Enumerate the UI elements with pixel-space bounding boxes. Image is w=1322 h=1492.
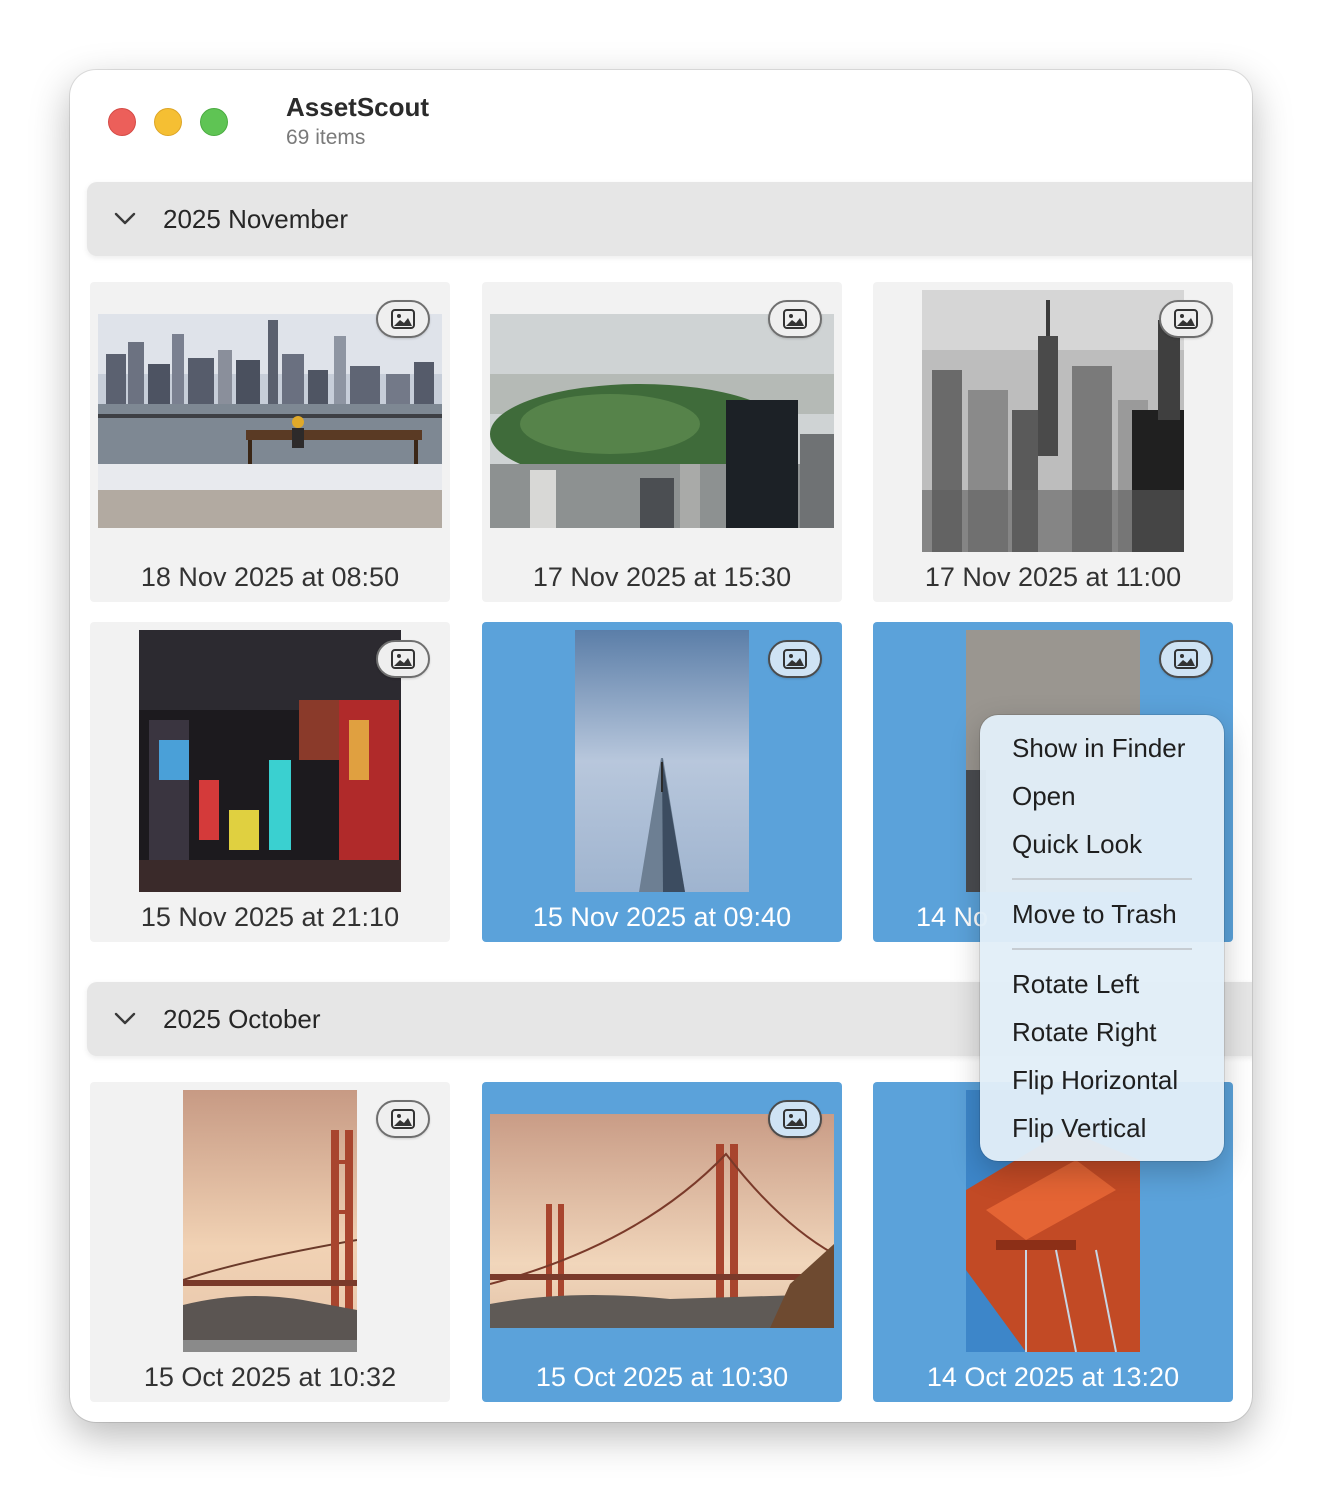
image-icon	[391, 649, 415, 669]
photo-thumbnail	[139, 630, 401, 892]
image-icon	[783, 309, 807, 329]
section-header-november[interactable]: 2025 November	[87, 182, 1252, 256]
photo-thumbnail	[575, 630, 749, 892]
minimize-window-button[interactable]	[154, 108, 182, 136]
photo-caption: 17 Nov 2025 at 15:30	[532, 562, 792, 592]
section-label: 2025 October	[163, 1004, 321, 1034]
menu-item-open[interactable]: Open	[1012, 781, 1076, 812]
photo-card[interactable]: 18 Nov 2025 at 08:50	[90, 282, 450, 602]
chevron-down-icon	[114, 1012, 136, 1025]
chevron-down-icon	[114, 212, 136, 225]
image-type-badge	[1159, 300, 1213, 338]
close-window-button[interactable]	[108, 108, 136, 136]
image-type-badge	[376, 640, 430, 678]
image-type-badge	[768, 1100, 822, 1138]
photo-caption: 15 Nov 2025 at 21:10	[140, 902, 400, 932]
photo-caption: 18 Nov 2025 at 08:50	[140, 562, 400, 592]
image-type-badge	[376, 1100, 430, 1138]
zoom-window-button[interactable]	[200, 108, 228, 136]
menu-separator	[1012, 948, 1192, 950]
photo-caption: 14 Oct 2025 at 13:20	[926, 1362, 1180, 1392]
photo-thumbnail	[922, 290, 1184, 552]
image-type-badge	[768, 640, 822, 678]
image-type-badge	[768, 300, 822, 338]
photo-caption: 15 Oct 2025 at 10:32	[143, 1362, 397, 1392]
photo-thumbnail	[98, 314, 442, 528]
image-type-badge	[1159, 640, 1213, 678]
menu-item-rotate-left[interactable]: Rotate Left	[1012, 969, 1139, 1000]
photo-card[interactable]: 15 Nov 2025 at 21:10	[90, 622, 450, 942]
photo-card[interactable]: 17 Nov 2025 at 15:30	[482, 282, 842, 602]
menu-item-rotate-right[interactable]: Rotate Right	[1012, 1017, 1157, 1048]
image-icon	[783, 649, 807, 669]
menu-item-quick-look[interactable]: Quick Look	[1012, 829, 1142, 860]
app-window: AssetScout 69 items 2025 November 18 Nov…	[70, 70, 1252, 1422]
context-menu: Show in Finder Open Quick Look Move to T…	[980, 715, 1224, 1161]
image-icon	[391, 309, 415, 329]
menu-item-flip-vertical[interactable]: Flip Vertical	[1012, 1113, 1146, 1144]
photo-thumbnail	[183, 1090, 357, 1352]
menu-item-flip-horizontal[interactable]: Flip Horizontal	[1012, 1065, 1178, 1096]
photo-card-selected[interactable]: 15 Nov 2025 at 09:40	[482, 622, 842, 942]
app-title: AssetScout	[286, 92, 430, 122]
item-count: 69 items	[286, 126, 366, 149]
photo-thumbnail	[490, 1114, 834, 1328]
photo-caption: 15 Oct 2025 at 10:30	[535, 1362, 789, 1392]
image-icon	[1174, 309, 1198, 329]
photo-card[interactable]: 15 Oct 2025 at 10:32	[90, 1082, 450, 1402]
menu-separator	[1012, 878, 1192, 880]
image-icon	[783, 1109, 807, 1129]
menu-item-move-to-trash[interactable]: Move to Trash	[1012, 899, 1177, 930]
section-label: 2025 November	[163, 204, 348, 234]
photo-card-selected[interactable]: 15 Oct 2025 at 10:30	[482, 1082, 842, 1402]
photo-card[interactable]: 17 Nov 2025 at 11:00	[873, 282, 1233, 602]
photo-caption: 15 Nov 2025 at 09:40	[532, 902, 792, 932]
image-icon	[1174, 649, 1198, 669]
image-type-badge	[376, 300, 430, 338]
photo-thumbnail	[490, 314, 834, 528]
menu-item-show-in-finder[interactable]: Show in Finder	[1012, 733, 1185, 764]
image-icon	[391, 1109, 415, 1129]
photo-caption: 17 Nov 2025 at 11:00	[924, 562, 1182, 592]
